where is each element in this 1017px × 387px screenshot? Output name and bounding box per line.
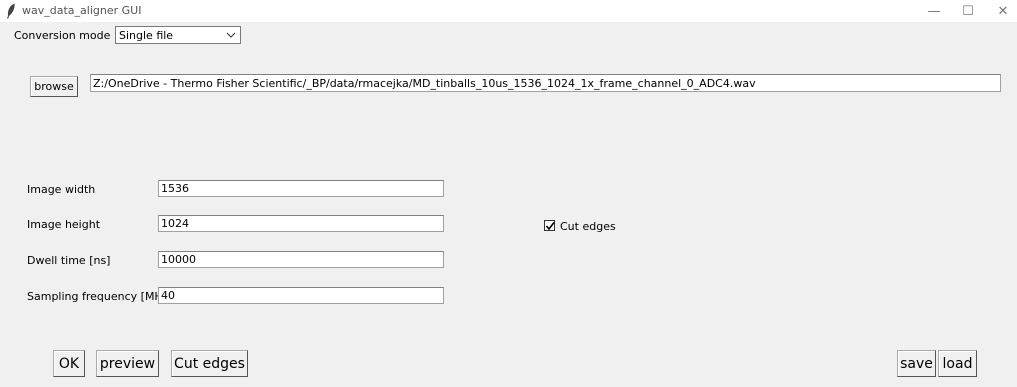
sampling-frequency-value: 40 xyxy=(161,289,175,302)
minimize-button[interactable]: — xyxy=(920,0,948,22)
cut-edges-button[interactable]: Cut edges xyxy=(171,350,248,377)
conversion-mode-select[interactable]: Single file xyxy=(115,26,241,44)
close-button[interactable]: ✕ xyxy=(989,0,1017,22)
dwell-time-label: Dwell time [ns] xyxy=(27,254,111,267)
save-button[interactable]: save xyxy=(897,350,936,377)
file-path-value: Z:/OneDrive - Thermo Fisher Scientific/_… xyxy=(93,77,756,90)
image-height-label: Image height xyxy=(27,218,101,231)
dwell-time-value: 10000 xyxy=(161,253,196,266)
conversion-mode-label: Conversion mode xyxy=(14,29,111,42)
conversion-mode-value: Single file xyxy=(119,29,174,42)
image-width-input[interactable]: 1536 xyxy=(158,180,444,197)
preview-button[interactable]: preview xyxy=(96,350,159,377)
ok-button[interactable]: OK xyxy=(53,350,85,377)
cut-edges-checkbox-label: Cut edges xyxy=(560,220,616,233)
checkmark-icon xyxy=(545,222,555,231)
image-width-label: Image width xyxy=(27,183,96,196)
sampling-frequency-input[interactable]: 40 xyxy=(158,287,444,304)
image-width-value: 1536 xyxy=(161,182,189,195)
image-height-value: 1024 xyxy=(161,217,189,230)
image-height-input[interactable]: 1024 xyxy=(158,215,444,232)
browse-button[interactable]: browse xyxy=(30,76,78,97)
feather-icon xyxy=(6,3,16,19)
cut-edges-checkbox[interactable] xyxy=(544,220,555,231)
sampling-frequency-label: Sampling frequency [MHz] xyxy=(27,290,173,303)
chevron-down-icon xyxy=(226,27,236,43)
dwell-time-input[interactable]: 10000 xyxy=(158,251,444,268)
window-title: wav_data_aligner GUI xyxy=(22,4,142,17)
title-bar: wav_data_aligner GUI — ☐ ✕ xyxy=(0,0,1017,22)
file-path-field[interactable]: Z:/OneDrive - Thermo Fisher Scientific/_… xyxy=(90,74,1001,92)
maximize-button[interactable]: ☐ xyxy=(954,0,982,22)
load-button[interactable]: load xyxy=(938,350,977,377)
